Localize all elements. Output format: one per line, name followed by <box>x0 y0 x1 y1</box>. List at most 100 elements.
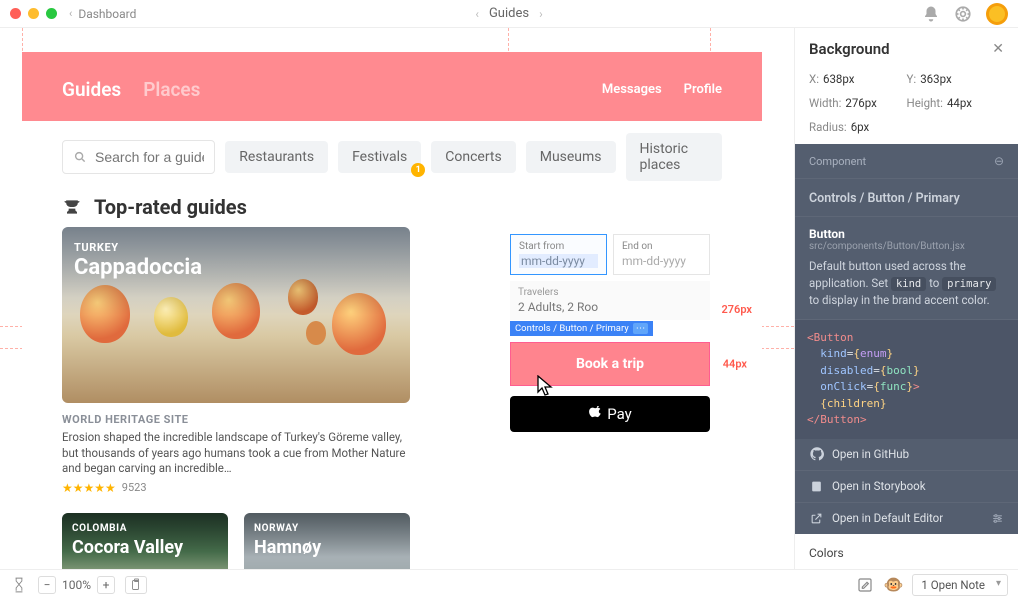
component-tag-menu-icon[interactable]: ⋯ <box>633 323 649 334</box>
notes-select-label: 1 Open Note <box>921 578 985 592</box>
maximize-window-icon[interactable] <box>46 8 57 19</box>
open-storybook-label: Open in Storybook <box>832 479 926 493</box>
card-name: Hamnøy <box>254 537 321 558</box>
rating-count: 9523 <box>122 481 147 494</box>
canvas[interactable]: Guides Places Messages Profile Restauran… <box>0 28 794 569</box>
chip-museums[interactable]: Museums <box>526 141 616 173</box>
trophy-icon <box>62 197 82 217</box>
apple-pay-label: Pay <box>607 405 632 423</box>
prop-radius-value: 6px <box>851 120 870 134</box>
section-title: Top-rated guides <box>94 195 247 219</box>
height-annotation: 44px <box>723 358 747 371</box>
card-country: COLOMBIA <box>72 523 127 534</box>
star-icons: ★★★★★ <box>62 481 116 495</box>
card-rating: ★★★★★ 9523 <box>62 481 410 495</box>
search-icon <box>73 150 87 164</box>
width-annotation: 276px <box>721 303 752 316</box>
external-link-icon <box>809 511 824 526</box>
bell-icon[interactable] <box>922 5 940 23</box>
open-github-label: Open in GitHub <box>832 447 909 461</box>
cursor-icon <box>537 375 555 397</box>
travelers-label: Travelers <box>518 287 702 298</box>
card-description: Erosion shaped the incredible landscape … <box>62 430 410 477</box>
open-editor-link[interactable]: Open in Default Editor <box>795 502 1018 534</box>
prop-width-value: 276px <box>845 96 876 110</box>
card-name: Cocora Valley <box>72 537 183 558</box>
search-input[interactable] <box>62 140 215 174</box>
guide-card-cappadoccia[interactable]: TURKEY Cappadoccia WORLD HERITAGE SITE E… <box>62 227 410 495</box>
clipboard-icon[interactable] <box>125 576 147 594</box>
prop-height-label: Height: <box>907 96 943 110</box>
open-storybook-link[interactable]: Open in Storybook <box>795 470 1018 502</box>
zoom-level: 100% <box>62 578 91 592</box>
app-header: Guides Places Messages Profile <box>22 52 762 121</box>
end-date-value: mm-dd-yyyy <box>622 254 701 268</box>
guide-card-cocora[interactable]: COLOMBIA Cocora Valley <box>62 513 228 569</box>
pencil-box-icon[interactable] <box>856 576 874 594</box>
back-button[interactable]: ‹ <box>69 7 72 20</box>
settings-icon[interactable] <box>991 512 1004 525</box>
travelers-value: 2 Adults, 2 Roo <box>518 300 702 314</box>
chip-concerts[interactable]: Concerts <box>431 141 515 173</box>
github-icon <box>809 447 824 462</box>
start-date-value: mm-dd-yyyy <box>519 254 598 268</box>
notes-select[interactable]: 1 Open Note <box>912 574 1008 596</box>
help-icon[interactable] <box>954 5 972 23</box>
card-tag: WORLD HERITAGE SITE <box>62 413 410 426</box>
open-github-link[interactable]: Open in GitHub <box>795 439 1018 470</box>
next-page-button[interactable]: › <box>539 7 543 21</box>
prev-page-button[interactable]: ‹ <box>475 7 479 21</box>
component-source: src/components/Button/Button.jsx <box>809 241 1004 252</box>
breadcrumb[interactable]: Dashboard <box>78 7 136 21</box>
end-date-input[interactable]: End on mm-dd-yyyy <box>613 234 710 275</box>
minimize-window-icon[interactable] <box>28 8 39 19</box>
guide-card-hamnoy[interactable]: NORWAY Hamnøy <box>244 513 410 569</box>
travelers-input[interactable]: Travelers 2 Adults, 2 Roo 276px Controls… <box>510 281 710 320</box>
close-inspector-button[interactable]: ✕ <box>992 41 1004 57</box>
component-name: Button <box>809 227 1004 241</box>
close-window-icon[interactable] <box>10 8 21 19</box>
apple-icon <box>588 406 603 423</box>
colors-section-label: Colors <box>809 546 1004 560</box>
collapse-icon[interactable]: ⊖ <box>994 154 1004 168</box>
chip-historic[interactable]: Historic places <box>626 133 722 181</box>
prop-y-label: Y: <box>907 72 917 86</box>
festivals-badge: 1 <box>411 163 425 177</box>
open-editor-label: Open in Default Editor <box>832 511 943 525</box>
tab-guides[interactable]: Guides <box>62 78 121 101</box>
tab-places[interactable]: Places <box>143 78 200 101</box>
component-code-snippet: <Button kind={enum} disabled={bool} onCl… <box>795 320 1018 439</box>
prop-x-label: X: <box>809 72 819 86</box>
booking-panel: Start from mm-dd-yyyy End on mm-dd-yyyy … <box>510 234 710 432</box>
prop-height-value: 44px <box>947 96 972 110</box>
zoom-in-button[interactable]: + <box>97 576 115 594</box>
zoom-out-button[interactable]: − <box>38 576 56 594</box>
prop-x-value: 638px <box>823 72 854 86</box>
prop-radius-label: Radius: <box>809 120 847 134</box>
chip-festivals[interactable]: Festivals 1 <box>338 141 421 173</box>
link-profile[interactable]: Profile <box>684 82 722 97</box>
start-date-input[interactable]: Start from mm-dd-yyyy <box>510 234 607 275</box>
component-tag-label: Controls / Button / Primary <box>515 323 629 334</box>
chip-restaurants[interactable]: Restaurants <box>225 141 328 173</box>
chip-festivals-label: Festivals <box>352 149 407 165</box>
inspector-properties: X:638px Y:363px Width:276px Height:44px … <box>795 68 1018 144</box>
card-country: NORWAY <box>254 523 299 534</box>
card-name: Cappadoccia <box>74 255 202 280</box>
book-trip-button[interactable]: Book a trip 44px <box>510 342 710 386</box>
prop-width-label: Width: <box>809 96 841 110</box>
card-hero-image: TURKEY Cappadoccia <box>62 227 410 403</box>
prop-y-value: 363px <box>920 72 951 86</box>
avatar[interactable] <box>986 3 1008 25</box>
end-date-label: End on <box>622 241 701 252</box>
card-country: TURKEY <box>74 241 119 254</box>
link-messages[interactable]: Messages <box>602 82 662 97</box>
hourglass-icon <box>10 576 28 594</box>
page-title: Guides <box>489 6 529 21</box>
component-section-label: Component <box>809 155 866 168</box>
apple-pay-button[interactable]: Pay <box>510 396 710 432</box>
search-field[interactable] <box>95 149 204 165</box>
monkey-icon[interactable]: 🐵 <box>884 576 902 594</box>
inspector-panel: Background ✕ X:638px Y:363px Width:276px… <box>794 28 1018 569</box>
component-tag: Controls / Button / Primary ⋯ <box>510 321 653 336</box>
